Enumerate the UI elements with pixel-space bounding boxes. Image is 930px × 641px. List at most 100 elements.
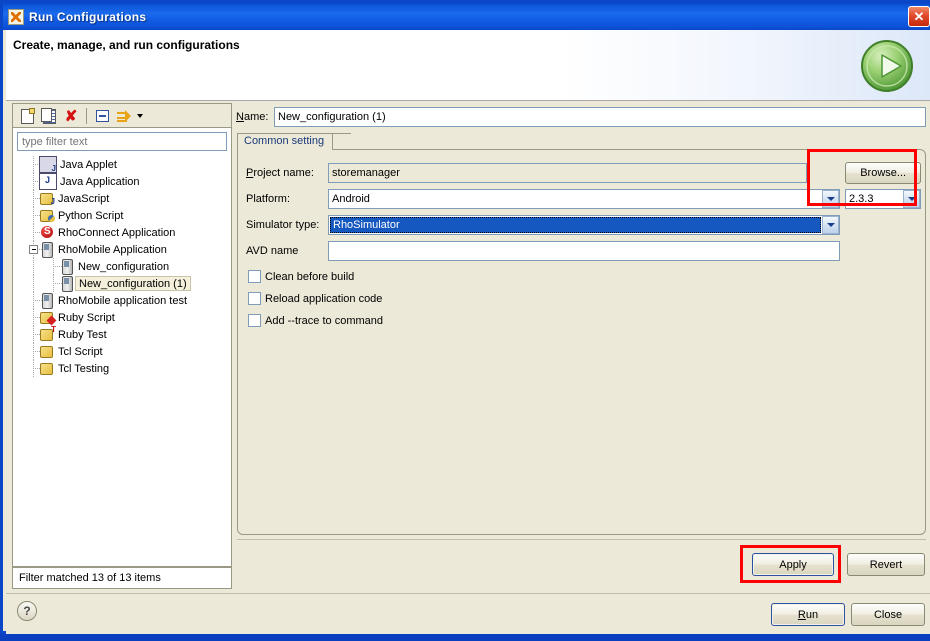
- tree-item-label: RhoMobile Application: [58, 243, 167, 256]
- checkbox-icon[interactable]: [248, 292, 261, 305]
- tree-item-javascript[interactable]: JavaScript: [13, 190, 231, 207]
- chevron-down-icon[interactable]: [822, 189, 839, 208]
- chevron-down-icon[interactable]: [903, 189, 920, 208]
- tree-item-label: Python Script: [58, 209, 124, 222]
- tree-item-label: New_configuration: [78, 260, 170, 273]
- window-title: Run Configurations: [29, 9, 147, 24]
- simulator-type-combo[interactable]: RhoSimulator: [328, 214, 840, 235]
- taskbar-strip: [0, 634, 930, 641]
- dialog-body: ✘ Java Applet Java Application JavaScript P…: [6, 101, 930, 634]
- tree-item-label: JavaScript: [58, 192, 110, 205]
- tab-panel-common-setting: Project name: Browse... Platform: Androi…: [237, 149, 926, 535]
- title-bar: Run Configurations ✕: [3, 3, 930, 30]
- tab-common-setting[interactable]: Common setting: [237, 133, 334, 150]
- chevron-down-icon[interactable]: [822, 215, 839, 234]
- ruby-script-icon: [39, 310, 55, 325]
- rhoconnect-icon: [39, 225, 55, 240]
- help-icon[interactable]: ?: [17, 601, 37, 621]
- tree-item-rhomobile-application-test[interactable]: RhoMobile application test: [13, 292, 231, 309]
- avd-name-label: AVD name: [246, 244, 299, 257]
- tree-item-label: Ruby Test: [58, 328, 107, 341]
- page-title: Create, manage, and run configurations: [13, 38, 240, 52]
- run-green-play-icon: [859, 38, 915, 94]
- duplicate-icon: [40, 107, 56, 124]
- revert-button[interactable]: Revert: [847, 553, 925, 576]
- configuration-form-panel: Name: Common setting Project name: Brows…: [236, 103, 926, 589]
- tree-item-tcl-testing[interactable]: Tcl Testing: [13, 360, 231, 377]
- checkbox-clean-before-build[interactable]: Clean before build: [248, 268, 354, 285]
- filter-button[interactable]: [113, 106, 135, 127]
- new-document-icon: [20, 107, 35, 124]
- tree-item-python-script[interactable]: Python Script: [13, 207, 231, 224]
- toolbar-divider: [86, 108, 87, 124]
- avd-name-input[interactable]: [328, 240, 840, 261]
- filter-input[interactable]: [17, 132, 227, 151]
- run-button-label: Run: [797, 608, 819, 621]
- tree-item-tcl-script[interactable]: Tcl Script: [13, 343, 231, 360]
- tree-item-label: Ruby Script: [58, 311, 115, 324]
- tree-item-rhoconnect-application[interactable]: RhoConnect Application: [13, 224, 231, 241]
- name-row: Name:: [236, 106, 926, 128]
- close-button[interactable]: Close: [851, 603, 925, 626]
- configuration-tree[interactable]: Java Applet Java Application JavaScript Pyt…: [13, 156, 231, 377]
- settings-tab-group: Common setting Project name: Browse... P…: [237, 133, 926, 535]
- checkbox-icon[interactable]: [248, 314, 261, 327]
- checkbox-add-trace-to-command[interactable]: Add --trace to command: [248, 312, 383, 329]
- name-label: Name:: [236, 111, 269, 123]
- platform-label: Platform:: [246, 192, 291, 205]
- tree-item-ruby-test[interactable]: Ruby Test: [13, 326, 231, 343]
- simulator-type-label: Simulator type:: [246, 218, 320, 231]
- platform-version-value: 2.3.3: [849, 192, 874, 205]
- python-script-icon: [39, 208, 55, 223]
- tree-item-ruby-script[interactable]: Ruby Script: [13, 309, 231, 326]
- project-name-input[interactable]: [328, 162, 808, 183]
- java-applet-icon: [39, 156, 57, 173]
- platform-row: Platform: Android 2.3.3: [246, 188, 921, 209]
- simulator-type-value: RhoSimulator: [330, 216, 821, 233]
- tcl-testing-icon: [39, 361, 55, 376]
- apply-button[interactable]: Apply: [752, 553, 834, 576]
- checkbox-label: Clean before build: [265, 270, 355, 283]
- tree-guide-line: [33, 258, 34, 275]
- ruby-test-icon: [39, 326, 56, 342]
- collapse-all-icon: [95, 110, 109, 122]
- footer-divider: [6, 593, 930, 594]
- tree-guide-line: [33, 275, 34, 292]
- rhomobile-icon: [39, 293, 55, 309]
- tree-expander-icon[interactable]: [29, 245, 38, 254]
- tree-item-java-application[interactable]: Java Application: [13, 173, 231, 190]
- rhomobile-icon: [59, 259, 75, 275]
- platform-version-combo[interactable]: 2.3.3: [845, 188, 921, 209]
- new-configuration-button[interactable]: [16, 106, 38, 127]
- rhomobile-icon: [8, 8, 24, 25]
- chevron-down-icon[interactable]: [137, 114, 143, 118]
- checkbox-reload-application-code[interactable]: Reload application code: [248, 290, 382, 307]
- configuration-name-input[interactable]: [274, 107, 926, 127]
- duplicate-configuration-button[interactable]: [38, 106, 60, 127]
- collapse-all-button[interactable]: [91, 106, 113, 127]
- tree-item-label: Tcl Testing: [58, 362, 110, 375]
- project-name-row: Project name: Browse...: [246, 161, 921, 184]
- close-icon[interactable]: ✕: [908, 6, 930, 27]
- java-app-icon: [39, 173, 57, 190]
- tree-item-rhomobile-application[interactable]: RhoMobile Application: [13, 241, 231, 258]
- tree-toolbar: ✘: [12, 103, 232, 128]
- avd-name-row: AVD name: [246, 240, 921, 261]
- project-name-label: Project name:: [246, 166, 314, 179]
- run-button[interactable]: Run: [771, 603, 845, 626]
- tree-item-java-applet[interactable]: Java Applet: [13, 156, 231, 173]
- tree-item-label: Java Application: [60, 175, 140, 188]
- browse-button[interactable]: Browse...: [845, 161, 921, 184]
- tree-item-new-configuration-1[interactable]: New_configuration (1): [13, 275, 231, 292]
- dialog-header: Create, manage, and run configurations: [6, 30, 930, 101]
- configurations-tree-panel: ✘ Java Applet Java Application JavaScript P…: [12, 103, 232, 589]
- platform-combo[interactable]: Android: [328, 188, 840, 209]
- filter-arrows-icon: [116, 109, 132, 123]
- delete-configuration-button[interactable]: ✘: [60, 106, 82, 127]
- tree-item-new-configuration[interactable]: New_configuration: [13, 258, 231, 275]
- javascript-icon: [39, 191, 55, 206]
- checkbox-icon[interactable]: [248, 270, 261, 283]
- tree-container: Java Applet Java Application JavaScript Pyt…: [12, 127, 232, 567]
- tcl-script-icon: [39, 344, 55, 359]
- tree-item-label: RhoMobile application test: [58, 294, 188, 307]
